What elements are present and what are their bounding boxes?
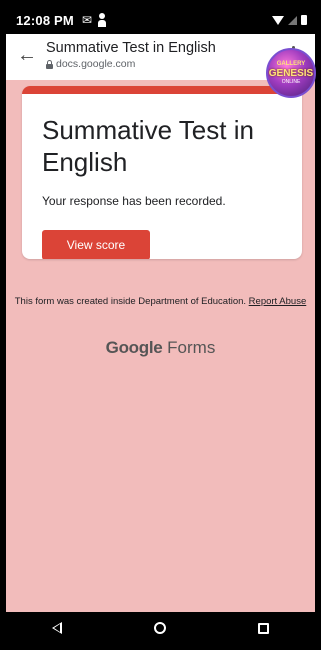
footer-created-text: This form was created inside Department … (14, 296, 247, 307)
gallery-genesis-badge[interactable]: GALLERY GENESIS ONLINE (266, 48, 316, 98)
lock-icon (46, 59, 53, 69)
confirmation-message: Your response has been recorded. (42, 194, 226, 208)
navigation-bar (6, 612, 315, 644)
nav-back-icon[interactable] (52, 622, 62, 634)
wifi-icon (272, 15, 284, 25)
confirmation-card: Summative Test in English Your response … (22, 86, 302, 259)
url-row: docs.google.com (46, 58, 135, 70)
signal-icon (288, 15, 297, 25)
nav-recents-icon[interactable] (258, 622, 269, 634)
google-forms-logo: Google Forms (6, 338, 315, 358)
forms-wordmark: Forms (167, 338, 216, 357)
url-text: docs.google.com (56, 58, 136, 70)
badge-line1: GALLERY (276, 61, 306, 67)
view-score-button[interactable]: View score (42, 230, 150, 259)
google-wordmark: Google (105, 338, 163, 357)
person-icon (98, 13, 107, 27)
status-time: 12:08 PM (16, 12, 74, 28)
footer-notice: This form was created inside Department … (6, 296, 315, 308)
battery-icon (301, 15, 307, 25)
nav-home-icon[interactable] (154, 622, 166, 634)
report-abuse-link[interactable]: Report Abuse (249, 296, 307, 307)
form-title: Summative Test in English (42, 115, 254, 177)
device-frame: 12:08 PM ✉ ← Summative Test in English d… (0, 0, 321, 650)
back-arrow-icon[interactable]: ← (16, 44, 38, 66)
status-icons (272, 15, 307, 25)
status-bar: 12:08 PM ✉ (6, 6, 315, 34)
gmail-icon: ✉ (81, 13, 93, 27)
badge-line2: GENESIS (268, 68, 314, 79)
card-accent-bar (22, 86, 302, 94)
screen: 12:08 PM ✉ ← Summative Test in English d… (6, 6, 315, 644)
badge-line3: ONLINE (281, 79, 301, 85)
page-title: Summative Test in English (46, 40, 216, 56)
